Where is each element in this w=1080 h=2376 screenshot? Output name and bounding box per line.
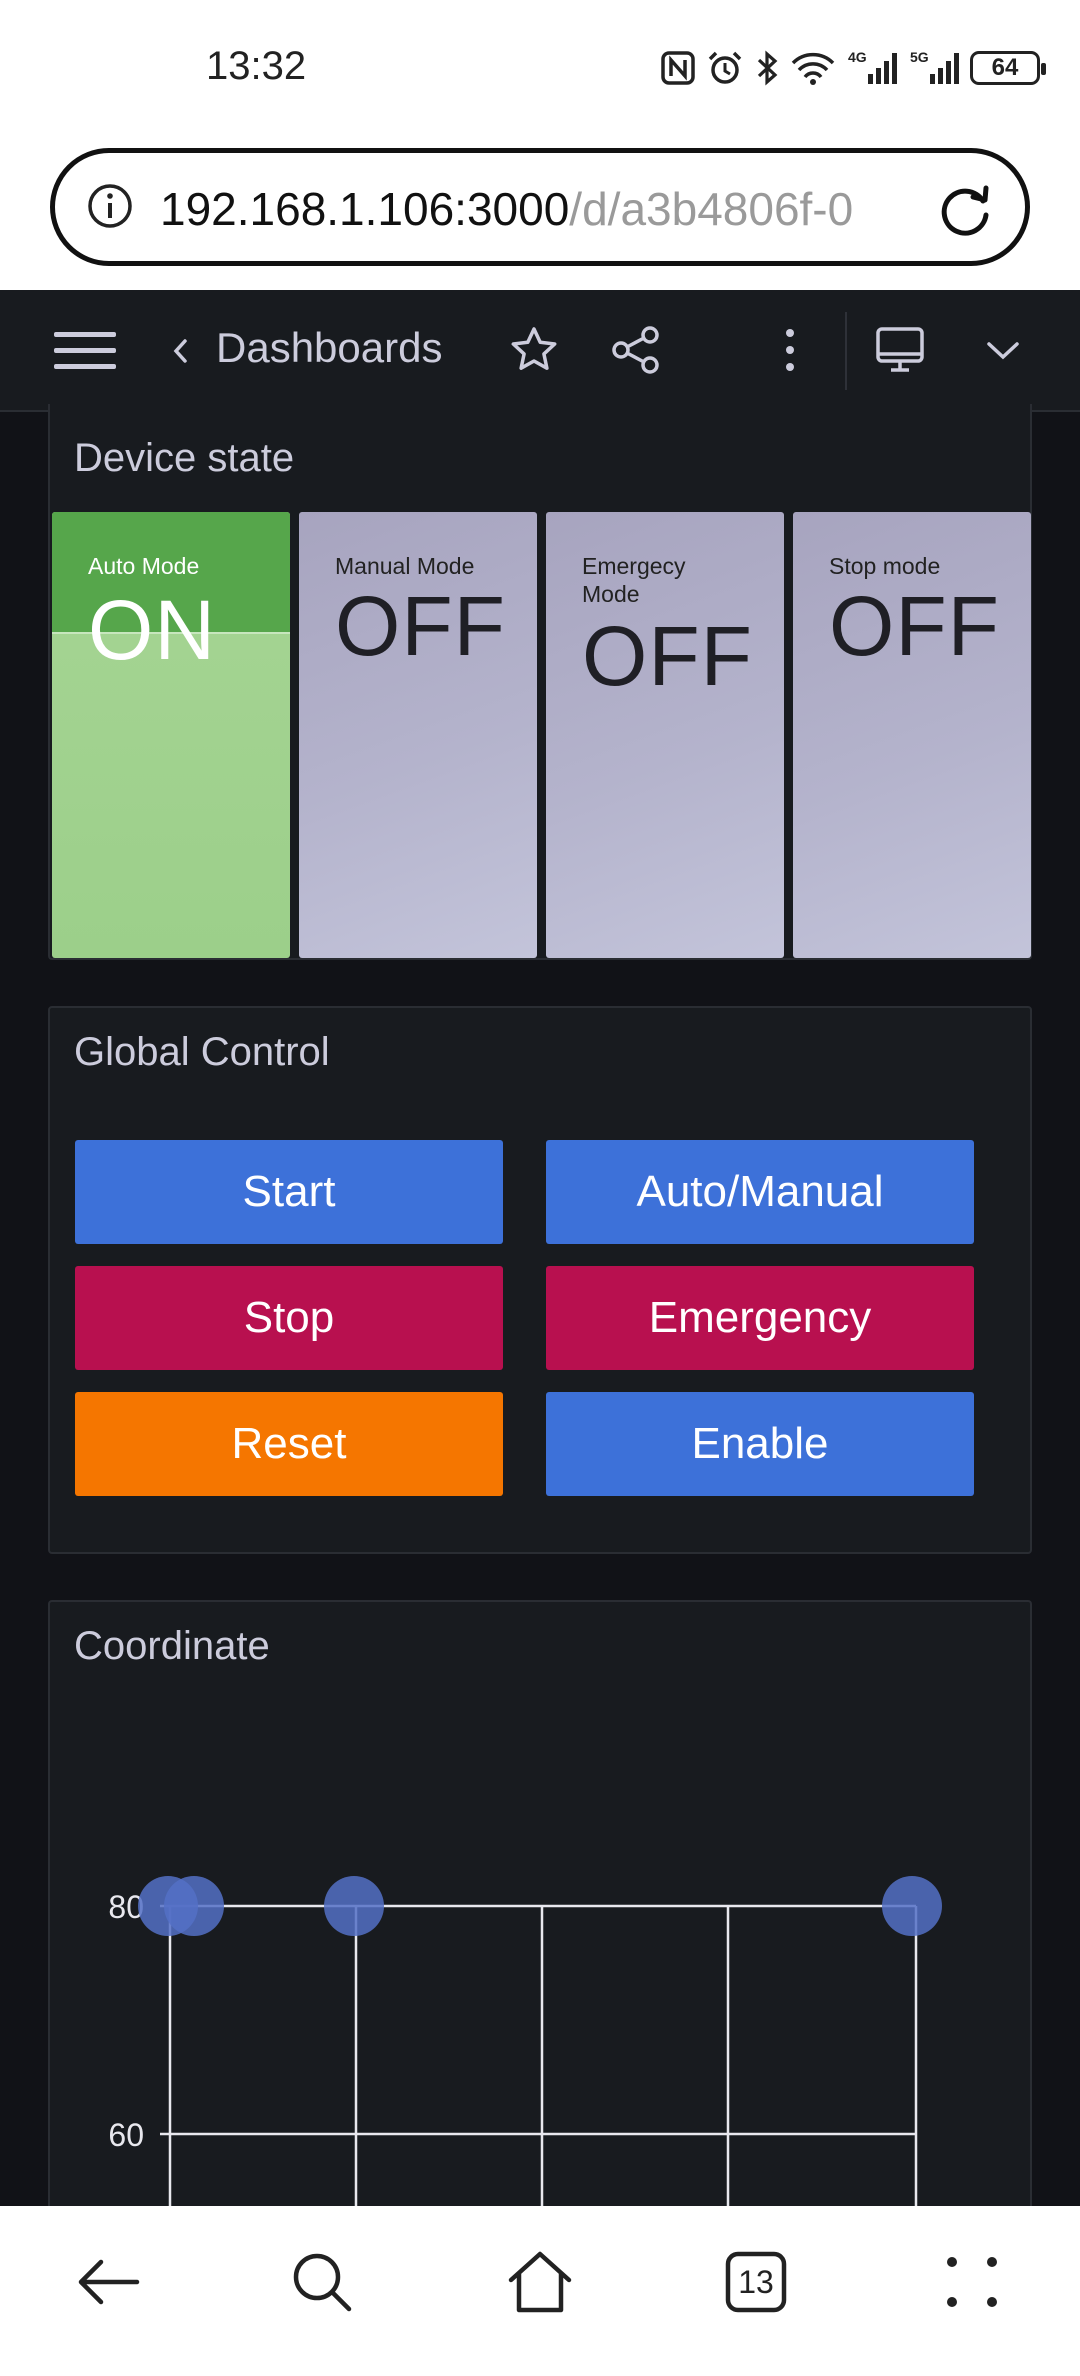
tile-value: OFF (335, 579, 506, 673)
stat-tile-stop-mode: Stop mode OFF (793, 512, 1031, 958)
alarm-icon (706, 48, 744, 88)
dots-menu-icon[interactable] (932, 2242, 1012, 2322)
network-5g-text: 5G (910, 49, 929, 65)
stat-tile-manual-mode: Manual Mode OFF (299, 512, 537, 958)
tile-label: Manual Mode (335, 553, 475, 579)
share-icon[interactable] (608, 320, 664, 380)
device-state-panel: Device state Auto Mode ON Manual Mode OF… (48, 404, 1032, 960)
tv-mode-icon[interactable] (870, 320, 930, 380)
tile-label: Emergecy Mode (582, 553, 686, 607)
signal-5g-icon: 5G (908, 48, 960, 88)
search-icon[interactable] (282, 2242, 362, 2322)
y-tick-label: 60 (108, 2117, 144, 2153)
enable-button[interactable]: Enable (546, 1392, 974, 1496)
menu-icon[interactable] (50, 320, 120, 380)
battery-icon: 64 (970, 48, 1046, 88)
reset-button[interactable]: Reset (75, 1392, 503, 1496)
battery-level: 64 (991, 54, 1019, 81)
bluetooth-icon (754, 48, 780, 88)
network-4g-text: 4G (848, 49, 867, 65)
url-host: 192.168.1.106:3000 (160, 183, 570, 235)
tile-value: ON (88, 583, 216, 677)
tile-value: OFF (582, 609, 753, 703)
stat-tile-emergency-mode: Emergecy Mode OFF (546, 512, 784, 958)
url-path: /d/a3b4806f-0 (569, 183, 854, 235)
tabs-icon[interactable]: 13 (716, 2242, 796, 2322)
more-vertical-icon[interactable] (770, 320, 810, 380)
nfc-icon (660, 48, 696, 88)
chevron-down-icon[interactable] (978, 322, 1028, 378)
tile-value: OFF (829, 579, 1000, 673)
url-text[interactable]: 192.168.1.106:3000/d/a3b4806f-0 (160, 179, 950, 239)
home-icon[interactable] (500, 2242, 580, 2322)
browser-bottom-nav: 13 (0, 2206, 1080, 2376)
browser-address-area: 192.168.1.106:3000/d/a3b4806f-0 (0, 140, 1080, 290)
scatter-point[interactable] (882, 1876, 942, 1936)
status-icons: 4G 5G 64 (660, 46, 1046, 90)
toolbar-divider (845, 312, 847, 390)
start-button[interactable]: Start (75, 1140, 503, 1244)
chevron-left-icon[interactable] (165, 326, 195, 376)
wifi-icon (790, 48, 836, 88)
coordinate-chart: 8060 (108, 1876, 942, 2222)
panel-title-global-control: Global Control (74, 1030, 330, 1074)
dashboard-toolbar: Dashboards (0, 290, 1080, 412)
reload-icon[interactable] (935, 179, 997, 241)
stat-tile-auto-mode: Auto Mode ON (52, 512, 290, 958)
tile-label: Stop mode (829, 553, 941, 579)
scatter-point[interactable] (164, 1876, 224, 1936)
panel-title-device-state: Device state (74, 436, 295, 480)
emergency-button[interactable]: Emergency (546, 1266, 974, 1370)
coordinate-panel: Coordinate 80 60 (48, 1600, 1032, 2222)
address-bar[interactable]: 192.168.1.106:3000/d/a3b4806f-0 (50, 148, 1030, 266)
scatter-point[interactable] (324, 1876, 384, 1936)
status-bar: 13:32 4G 5G 64 (0, 0, 1080, 140)
tab-count: 13 (738, 2263, 774, 2300)
tile-label: Auto Mode (88, 553, 200, 579)
signal-4g-icon: 4G (846, 48, 898, 88)
star-icon[interactable] (506, 320, 562, 380)
global-control-panel: Global Control Start Auto/Manual Stop Em… (48, 1006, 1032, 1554)
auto-manual-button[interactable]: Auto/Manual (546, 1140, 974, 1244)
breadcrumb-dashboards[interactable]: Dashboards (216, 324, 442, 372)
stop-button[interactable]: Stop (75, 1266, 503, 1370)
info-icon[interactable] (85, 181, 135, 231)
arrow-left-icon[interactable] (68, 2242, 148, 2322)
status-time: 13:32 (206, 44, 307, 88)
